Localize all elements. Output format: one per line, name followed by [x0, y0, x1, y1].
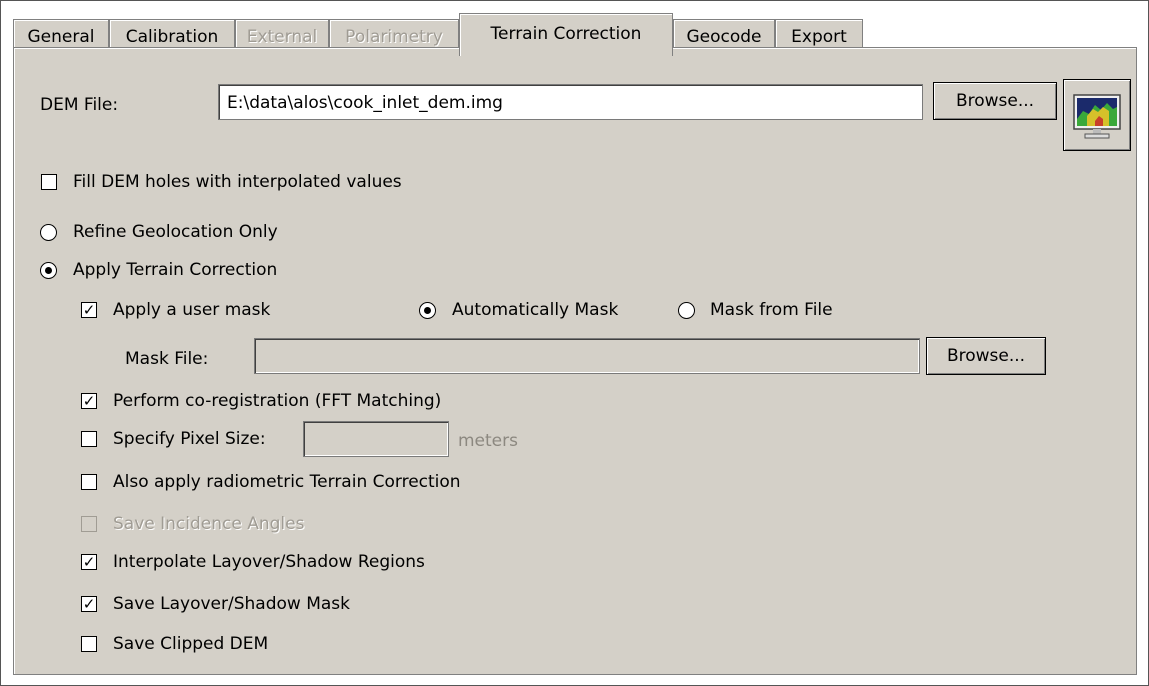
pixel-size-unit: meters [458, 431, 518, 451]
dem-file-input[interactable]: E:\data\alos\cook_inlet_dem.img [218, 84, 923, 120]
dem-file-label: DEM File: [40, 95, 119, 115]
mask-from-file-radio[interactable] [678, 302, 695, 319]
radiometric-label: Also apply radiometric Terrain Correctio… [113, 472, 461, 492]
apply-user-mask-checkbox[interactable]: ✓ [81, 302, 97, 318]
incidence-angles-checkbox [81, 516, 97, 532]
mask-browse-button[interactable]: Browse... [926, 337, 1046, 375]
interpolate-layover-label: Interpolate Layover/Shadow Regions [113, 552, 425, 572]
apply-user-mask-label: Apply a user mask [113, 300, 271, 320]
pixel-size-input[interactable] [303, 421, 449, 457]
mask-file-input[interactable] [254, 338, 920, 374]
save-clipped-dem-checkbox[interactable] [81, 636, 97, 652]
mask-file-label: Mask File: [125, 349, 209, 369]
radiometric-checkbox[interactable] [81, 474, 97, 490]
fill-holes-checkbox[interactable] [41, 174, 57, 190]
apply-terrain-correction-label: Apply Terrain Correction [73, 260, 278, 280]
tab-terrain-correction[interactable]: Terrain Correction [459, 13, 673, 56]
refine-geolocation-radio[interactable] [40, 224, 57, 241]
dem-browse-button[interactable]: Browse... [933, 82, 1057, 120]
interpolate-layover-checkbox[interactable]: ✓ [81, 554, 97, 570]
save-layover-mask-checkbox[interactable]: ✓ [81, 596, 97, 612]
pixel-size-checkbox[interactable] [81, 431, 97, 447]
dem-view-button[interactable] [1063, 79, 1131, 151]
save-layover-mask-label: Save Layover/Shadow Mask [113, 594, 350, 614]
refine-geolocation-label: Refine Geolocation Only [73, 222, 278, 242]
coregistration-checkbox[interactable]: ✓ [81, 393, 97, 409]
save-clipped-dem-label: Save Clipped DEM [113, 634, 269, 654]
incidence-angles-label: Save Incidence Angles [113, 514, 305, 534]
apply-terrain-correction-radio[interactable] [40, 262, 57, 279]
auto-mask-radio[interactable] [419, 302, 436, 319]
auto-mask-label: Automatically Mask [452, 300, 619, 320]
coregistration-label: Perform co-registration (FFT Matching) [113, 391, 442, 411]
mask-from-file-label: Mask from File [710, 300, 833, 320]
dem-preview-monitor-icon [1073, 94, 1121, 139]
fill-holes-label: Fill DEM holes with interpolated values [73, 172, 402, 192]
terrain-correction-dialog: General Calibration External Polarimetry… [0, 0, 1149, 686]
pixel-size-label: Specify Pixel Size: [113, 429, 266, 449]
